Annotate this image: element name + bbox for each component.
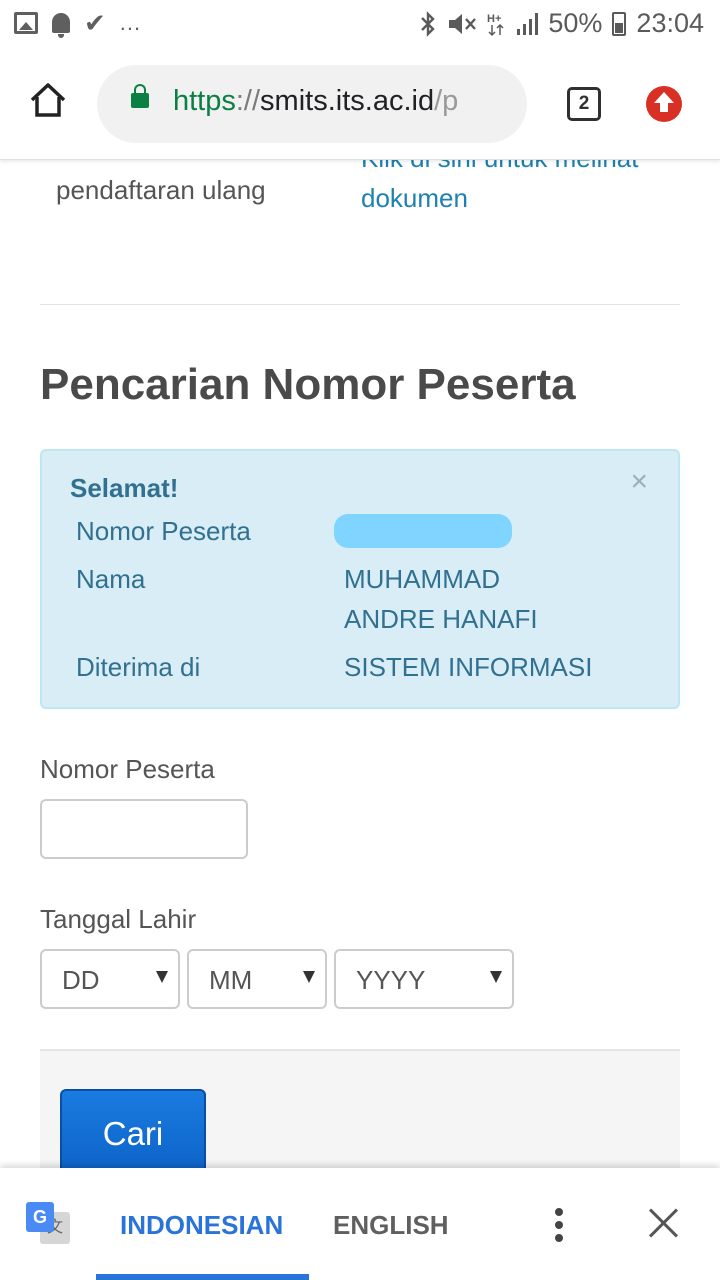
view-document-link[interactable]: Klik di sini untuk melihat dokumen — [361, 160, 641, 218]
day-select-value: DD — [62, 965, 100, 995]
bluetooth-icon — [421, 10, 436, 37]
svg-text:H+: H+ — [487, 13, 501, 25]
year-select-value: YYYY — [356, 965, 426, 995]
system-icons: H+ 50% 23:04 — [419, 8, 704, 39]
lock-icon — [131, 84, 149, 108]
status-bar: ✔ ... H+ 50% 23:04 — [0, 0, 720, 50]
mute-icon — [449, 13, 477, 34]
alert-value-diterima: SISTEM INFORMASI — [344, 652, 593, 682]
url-scheme: https — [173, 85, 236, 117]
check-icon: ✔ — [84, 8, 106, 38]
image-icon — [14, 12, 38, 34]
success-alert: × Selamat! Nomor Peserta Nama MUHAMMAD A… — [40, 449, 680, 709]
url-text[interactable]: https://smits.its.ac.id/p — [173, 85, 458, 118]
alert-title: Selamat! — [70, 473, 179, 503]
translate-bar: 文 G INDONESIAN ENGLISH — [0, 1168, 720, 1280]
previous-row-label: pendaftaran ulang — [56, 175, 266, 205]
page-content: pendaftaran ulang Klik di sini untuk mel… — [0, 160, 720, 1170]
page-title: Pencarian Nomor Peserta — [40, 360, 576, 409]
home-icon[interactable] — [28, 80, 68, 120]
battery-icon — [612, 11, 627, 36]
url-separator: :// — [235, 85, 261, 117]
alert-label-nama: Nama — [76, 564, 146, 594]
alert-close-icon[interactable]: × — [630, 467, 648, 497]
nomor-peserta-label: Nomor Peserta — [40, 754, 215, 784]
chevron-down-icon — [156, 971, 168, 983]
month-select-value: MM — [209, 965, 253, 995]
signal-icon — [517, 12, 539, 35]
url-path: /p — [434, 85, 459, 117]
month-select[interactable]: MM — [187, 949, 327, 1009]
divider — [40, 304, 680, 305]
update-icon[interactable] — [646, 86, 682, 122]
form-actions: Cari — [40, 1049, 680, 1170]
alert-label-diterima: Diterima di — [76, 652, 201, 682]
close-icon[interactable] — [648, 1206, 680, 1238]
network-hplus-icon: H+ — [487, 13, 504, 36]
google-translate-icon: 文 G — [26, 1202, 70, 1246]
redacted-participant-number — [334, 514, 512, 548]
tab-switcher-button[interactable]: 2 — [567, 87, 601, 121]
alert-value-nama: MUHAMMAD ANDRE HANAFI — [344, 564, 538, 634]
tab-indonesian[interactable]: INDONESIAN — [120, 1210, 283, 1241]
address-bar[interactable]: https://smits.its.ac.id/p — [97, 65, 527, 143]
battery-percent: 50% — [548, 8, 603, 38]
tanggal-lahir-label: Tanggal Lahir — [40, 904, 197, 934]
search-button[interactable]: Cari — [60, 1089, 206, 1170]
translate-icon-front: G — [26, 1202, 54, 1232]
chevron-down-icon — [490, 971, 502, 983]
nomor-peserta-input[interactable] — [40, 799, 248, 859]
tab-english[interactable]: ENGLISH — [333, 1210, 449, 1241]
bell-icon — [52, 13, 70, 38]
url-host: smits.its.ac.id — [260, 85, 435, 117]
chevron-down-icon — [303, 971, 315, 983]
alert-label-nomor: Nomor Peserta — [76, 516, 251, 546]
day-select[interactable]: DD — [40, 949, 180, 1009]
active-tab-indicator — [96, 1274, 309, 1280]
clock: 23:04 — [636, 8, 704, 38]
more-options-icon[interactable] — [555, 1208, 565, 1242]
more-notifications: ... — [119, 10, 142, 35]
year-select[interactable]: YYYY — [334, 949, 514, 1009]
browser-toolbar: https://smits.its.ac.id/p 2 — [0, 50, 720, 160]
notification-icons: ✔ ... — [14, 8, 142, 38]
